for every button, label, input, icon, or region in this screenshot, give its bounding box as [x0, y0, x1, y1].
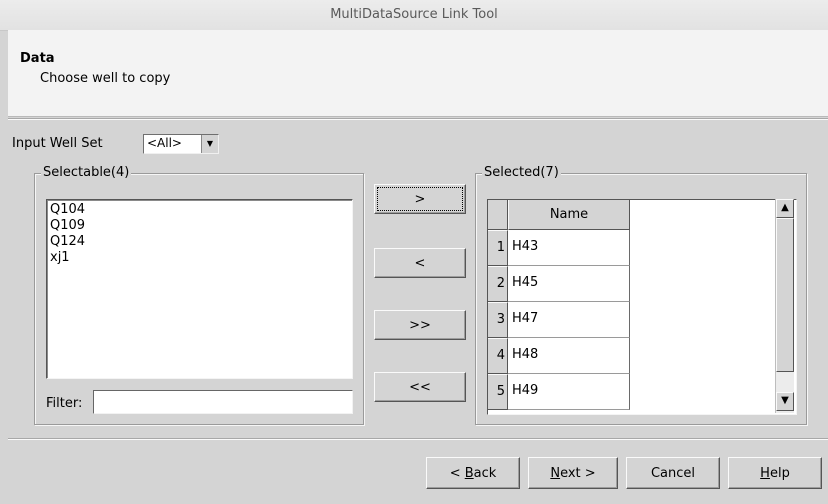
table-cell[interactable]: H47: [508, 302, 630, 338]
back-button-prefix: <: [449, 465, 465, 481]
window-title: MultiDataSource Link Tool: [330, 7, 498, 22]
filter-label: Filter:: [46, 396, 83, 411]
row-header[interactable]: 3: [488, 302, 508, 338]
table-cell[interactable]: H43: [508, 230, 630, 266]
input-well-set-value: <All>: [147, 136, 182, 150]
arrow-down-icon[interactable]: ▼: [776, 392, 794, 411]
help-button-label: elp: [769, 465, 790, 481]
filter-input[interactable]: [93, 390, 353, 414]
scrollbar-thumb[interactable]: [776, 218, 794, 372]
page-subtitle: Choose well to copy: [40, 71, 171, 86]
remove-all-button[interactable]: <<: [374, 372, 466, 402]
input-well-set-select[interactable]: <All> ▼: [143, 134, 219, 154]
footer-divider: [8, 438, 828, 440]
row-header[interactable]: 5: [488, 374, 508, 410]
table-cell[interactable]: H48: [508, 338, 630, 374]
wizard-header: Data Choose well to copy: [8, 30, 828, 117]
help-button-mnemonic: H: [760, 465, 770, 481]
row-header[interactable]: 1: [488, 230, 508, 266]
back-button-label: ack: [473, 465, 497, 481]
next-button[interactable]: Next >: [528, 457, 618, 489]
selected-legend: Selected(7): [482, 165, 561, 180]
list-item[interactable]: xj1: [50, 250, 70, 265]
add-button[interactable]: >: [374, 184, 466, 214]
list-item[interactable]: Q124: [50, 234, 85, 249]
selectable-legend: Selectable(4): [41, 165, 132, 180]
back-button-mnemonic: B: [464, 465, 474, 481]
cancel-button[interactable]: Cancel: [626, 457, 720, 489]
list-item[interactable]: Q109: [50, 218, 85, 233]
next-button-label: ext >: [560, 465, 596, 481]
next-button-mnemonic: N: [550, 465, 561, 481]
row-header[interactable]: 2: [488, 266, 508, 302]
page-title: Data: [20, 51, 55, 66]
table-cell[interactable]: H49: [508, 374, 630, 410]
selectable-list[interactable]: Q104 Q109 Q124 xj1: [46, 199, 353, 379]
help-button[interactable]: Help: [728, 457, 822, 489]
table-scrollbar[interactable]: ▲ ▼: [775, 199, 794, 413]
arrow-up-icon[interactable]: ▲: [776, 199, 794, 218]
table-cell[interactable]: H45: [508, 266, 630, 302]
header-divider: [8, 118, 828, 120]
input-well-set-label: Input Well Set: [12, 136, 103, 151]
remove-button[interactable]: <: [374, 248, 466, 278]
row-header[interactable]: 4: [488, 338, 508, 374]
column-header-name[interactable]: Name: [508, 200, 630, 230]
list-item[interactable]: Q104: [50, 202, 85, 217]
title-bar: MultiDataSource Link Tool: [0, 0, 828, 31]
chevron-down-icon[interactable]: ▼: [201, 135, 218, 153]
add-all-button[interactable]: >>: [374, 310, 466, 340]
back-button[interactable]: < Back: [426, 457, 520, 489]
table-corner: [488, 200, 508, 230]
selected-table[interactable]: Name 1 H43 2 H45 3 H47 4 H48 5 H49: [487, 199, 797, 415]
